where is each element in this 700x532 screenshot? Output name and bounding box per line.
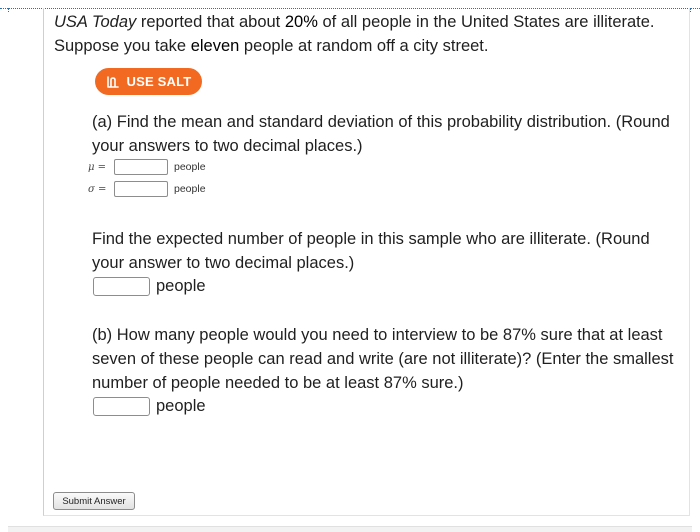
mu-row: μ = people xyxy=(88,158,206,176)
mu-unit: people xyxy=(174,161,206,173)
part-b-unit: people xyxy=(156,396,206,415)
next-card-edge xyxy=(8,526,692,532)
part-a-question: (a) Find the mean and standard deviation… xyxy=(92,113,670,155)
salt-icon xyxy=(106,75,119,88)
part-b-percent-1: 87% xyxy=(502,326,536,344)
part-b-text-3: sure.) xyxy=(416,374,464,392)
sample-size: eleven xyxy=(190,37,240,55)
use-salt-label: USE SALT xyxy=(126,74,192,89)
part-b-input[interactable] xyxy=(93,396,150,416)
expected-question: Find the expected number of people in th… xyxy=(92,230,650,272)
part-b-percent-2: 87% xyxy=(383,374,417,392)
sigma-label: σ = xyxy=(88,183,107,195)
part-b-row: people xyxy=(93,395,206,417)
sigma-row: σ = people xyxy=(88,180,206,198)
intro-text-3: people at random off a city street. xyxy=(239,37,489,55)
source-name: USA Today xyxy=(54,13,137,31)
problem-intro: USA Today reported that about 20% of all… xyxy=(54,10,674,58)
submit-answer-label: Submit Answer xyxy=(62,495,126,507)
dotted-divider-right-tick xyxy=(690,8,691,12)
mu-label: μ = xyxy=(88,161,107,173)
sigma-input[interactable] xyxy=(114,181,168,197)
expected-unit: people xyxy=(156,276,206,295)
sigma-unit: people xyxy=(174,183,206,195)
question-page: USA Today reported that about 20% of all… xyxy=(0,0,700,532)
use-salt-button[interactable]: USE SALT xyxy=(95,68,202,95)
part-b-question: (b) How many people would you need to in… xyxy=(92,323,682,395)
mu-input[interactable] xyxy=(114,159,168,175)
dotted-divider-left-tick xyxy=(8,8,9,12)
submit-answer-button[interactable]: Submit Answer xyxy=(53,492,135,510)
expected-row: people xyxy=(93,275,206,297)
percent-value: 20% xyxy=(284,13,318,31)
part-b-text-1: (b) How many people would you need to in… xyxy=(92,326,503,344)
intro-text-1: reported that about xyxy=(136,13,285,31)
expected-input[interactable] xyxy=(93,276,150,296)
